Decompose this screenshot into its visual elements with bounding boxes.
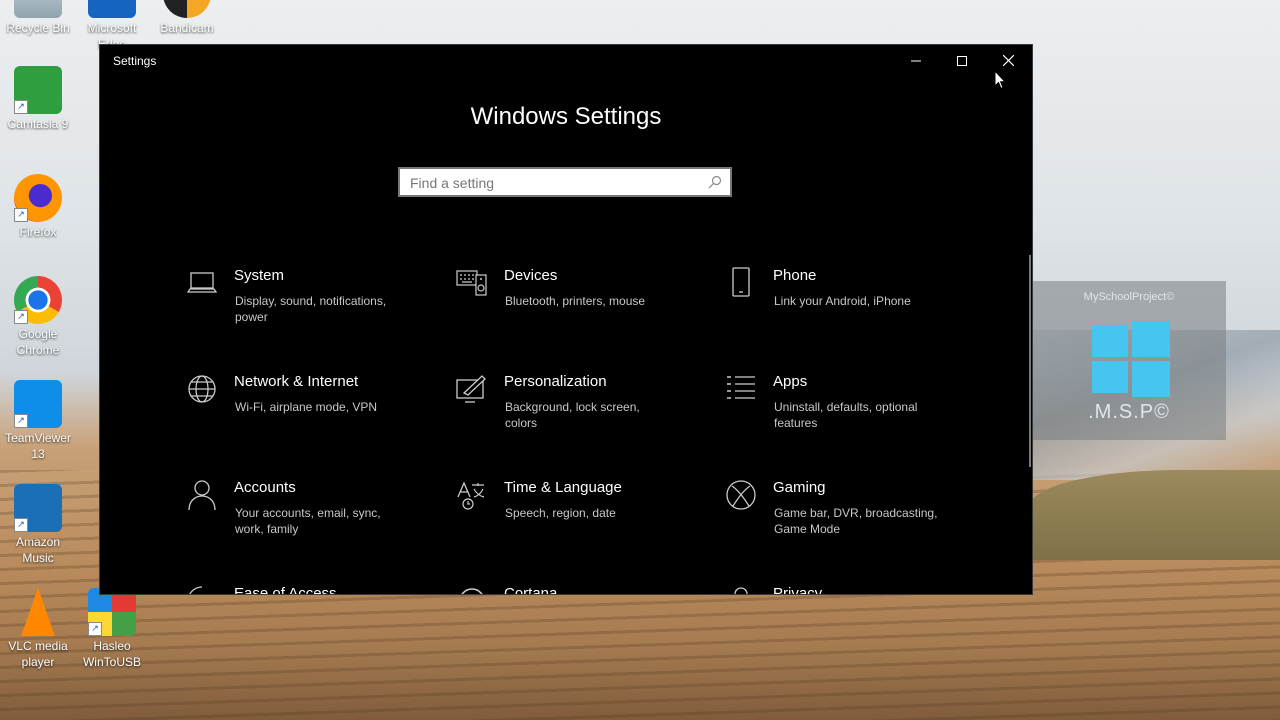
globe-icon xyxy=(188,375,216,403)
tile-phone[interactable]: Phone Link your Android, iPhone xyxy=(725,267,975,347)
search-icon[interactable] xyxy=(708,175,722,189)
tile-description: Background, lock screen, colors xyxy=(505,400,640,430)
paint-monitor-icon xyxy=(456,375,486,403)
desktop-icon-chrome[interactable]: ↗ Google Chrome xyxy=(0,276,77,358)
tile-cortana[interactable]: Cortana xyxy=(456,585,706,595)
phone-icon xyxy=(732,267,750,297)
tile-description: Your accounts, email, sync, work, family xyxy=(235,506,381,536)
tile-name: Apps xyxy=(773,373,808,390)
teamviewer-icon: ↗ xyxy=(14,380,62,428)
close-icon xyxy=(1002,55,1014,66)
tile-network-internet[interactable]: Network & Internet Wi-Fi, airplane mode,… xyxy=(186,373,436,453)
tile-name: System xyxy=(234,267,285,284)
list-icon xyxy=(727,376,755,399)
tile-name: Time & Language xyxy=(504,479,622,496)
desktop-icon-teamviewer[interactable]: ↗ TeamViewer 13 xyxy=(0,380,77,462)
maximize-icon xyxy=(957,55,967,66)
language-icon xyxy=(457,481,485,510)
chrome-icon: ↗ xyxy=(14,276,62,324)
vertical-scrollbar[interactable] xyxy=(1029,255,1031,467)
edge-icon xyxy=(88,0,136,18)
tile-name: Network & Internet xyxy=(234,373,359,390)
search-input[interactable] xyxy=(408,169,702,197)
tile-description: Display, sound, notifications, power xyxy=(235,294,387,324)
person-icon xyxy=(188,480,216,511)
tile-ease-of-access[interactable]: Ease of Access xyxy=(186,585,436,595)
desktop-icon-vlc[interactable]: VLC media player xyxy=(0,588,77,670)
tile-name: Personalization xyxy=(504,373,607,390)
tile-description: Speech, region, date xyxy=(505,506,616,520)
tile-name: Gaming xyxy=(773,479,826,496)
tile-apps[interactable]: Apps Uninstall, defaults, optional featu… xyxy=(725,373,975,453)
desktop-icon-wintousb[interactable]: ↗ Hasleo WinToUSB xyxy=(73,588,151,670)
ease-of-access-icon xyxy=(189,586,203,594)
camtasia-icon: ↗ xyxy=(14,66,62,114)
bandicam-icon xyxy=(163,0,211,18)
firefox-icon: ↗ xyxy=(14,174,62,222)
desktop-icon-bandicam[interactable]: Bandicam xyxy=(148,0,226,36)
recycle-bin-icon xyxy=(14,0,62,18)
search-box[interactable] xyxy=(398,167,732,197)
tile-description: Link your Android, iPhone xyxy=(774,294,911,308)
minimize-button[interactable] xyxy=(893,45,939,76)
lock-icon xyxy=(734,587,748,594)
tile-description: Game bar, DVR, broadcasting, Game Mode xyxy=(774,506,938,536)
tile-name: Devices xyxy=(504,267,558,284)
tile-name: Phone xyxy=(773,267,817,284)
tile-name: Ease of Access xyxy=(234,585,337,595)
amazon-music-icon: ↗ xyxy=(14,484,62,532)
window-title: Settings xyxy=(113,54,157,68)
msp-widget: MySchoolProject© .M.S.P© xyxy=(1032,281,1226,440)
keyboard-speaker-icon xyxy=(456,270,487,296)
tile-time-language[interactable]: Time & Language Speech, region, date xyxy=(456,479,706,559)
cortana-icon xyxy=(461,588,483,594)
desktop-icon-amazon-music[interactable]: ↗ Amazon Music xyxy=(0,484,77,566)
laptop-icon xyxy=(186,272,218,293)
tile-description: Wi-Fi, airplane mode, VPN xyxy=(235,400,378,414)
page-title: Windows Settings xyxy=(470,103,662,130)
tile-name: Privacy xyxy=(773,585,823,595)
tile-system[interactable]: System Display, sound, notifications, po… xyxy=(186,267,436,347)
tile-description: Uninstall, defaults, optional features xyxy=(774,400,918,430)
desktop-icon-camtasia[interactable]: ↗ Camtasia 9 xyxy=(0,66,77,132)
settings-window: Settings Windows Settings System Display… xyxy=(99,44,1033,595)
vlc-icon xyxy=(21,588,55,636)
tile-devices[interactable]: Devices Bluetooth, printers, mouse xyxy=(456,267,706,347)
msp-brand: MySchoolProject© xyxy=(1083,291,1175,303)
msp-subtitle: .M.S.P© xyxy=(1088,401,1170,423)
tile-accounts[interactable]: Accounts Your accounts, email, sync, wor… xyxy=(186,479,436,559)
tile-gaming[interactable]: Gaming Game bar, DVR, broadcasting, Game… xyxy=(725,479,975,559)
wintousb-icon: ↗ xyxy=(88,588,136,636)
tile-description: Bluetooth, printers, mouse xyxy=(505,294,646,308)
minimize-icon xyxy=(911,60,921,61)
desktop-wallpaper-hill xyxy=(1030,470,1280,560)
title-bar[interactable]: Settings xyxy=(100,45,1032,76)
tile-privacy[interactable]: Privacy xyxy=(725,585,975,595)
windows-logo-icon xyxy=(1092,321,1170,397)
desktop-icon-recycle-bin[interactable]: Recycle Bin xyxy=(0,0,77,36)
mouse-cursor-icon xyxy=(994,70,1006,90)
desktop-icon-firefox[interactable]: ↗ Firefox xyxy=(0,174,77,240)
close-button[interactable] xyxy=(985,45,1031,76)
tile-name: Cortana xyxy=(504,585,558,595)
xbox-icon xyxy=(726,480,756,510)
maximize-button[interactable] xyxy=(939,45,985,76)
tile-name: Accounts xyxy=(234,479,296,496)
tile-personalization[interactable]: Personalization Background, lock screen,… xyxy=(456,373,706,453)
